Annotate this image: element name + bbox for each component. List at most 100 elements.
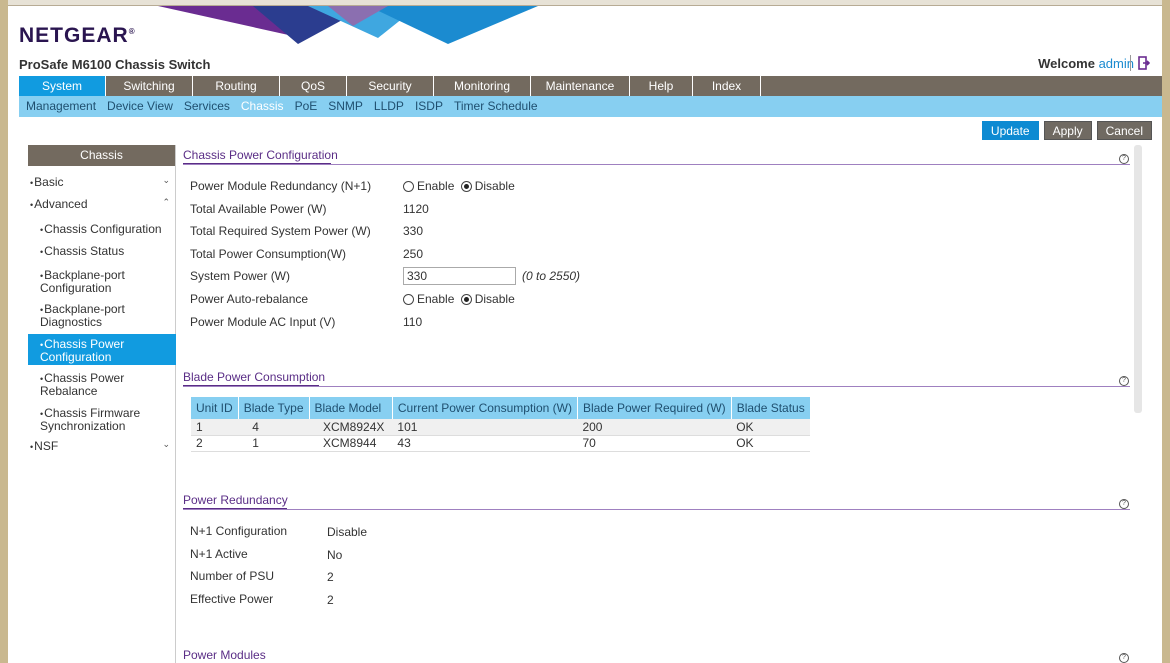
subnav-timer-schedule[interactable]: Timer Schedule — [454, 96, 538, 117]
effective-power-label: Effective Power — [190, 592, 274, 606]
apply-button[interactable]: Apply — [1043, 121, 1092, 140]
column-header: Blade Type — [238, 397, 310, 419]
product-name: ProSafe M6100 Chassis Switch — [19, 57, 211, 72]
redundancy-disable-radio[interactable] — [460, 181, 472, 192]
subnav-poe[interactable]: PoE — [295, 96, 318, 117]
total-consumption-label: Total Power Consumption(W) — [190, 247, 347, 261]
column-header: Blade Model — [309, 397, 393, 419]
sidebar-item-backplane-port-configuration[interactable]: •Backplane-port Configuration — [28, 266, 176, 296]
section-title-chassis-power-configuration: Chassis Power Configuration — [183, 148, 338, 162]
n1-active-label: N+1 Active — [190, 547, 248, 561]
total-available-power-value: 1120 — [403, 202, 429, 216]
sub-nav: Management Device View Services Chassis … — [19, 96, 1162, 117]
subnav-lldp[interactable]: LLDP — [374, 96, 404, 117]
psu-count-label: Number of PSU — [190, 569, 275, 583]
section-divider — [183, 164, 1130, 165]
subnav-snmp[interactable]: SNMP — [328, 96, 363, 117]
auto-rebalance-enable-radio[interactable] — [403, 294, 414, 305]
help-icon[interactable]: ? — [1119, 376, 1129, 386]
section-title-power-modules: Power Modules — [183, 648, 266, 662]
tab-help[interactable]: Help — [630, 76, 693, 96]
help-icon[interactable]: ? — [1119, 499, 1129, 509]
table-cell: 4 — [238, 419, 310, 436]
help-icon[interactable]: ? — [1119, 154, 1129, 164]
radio-label: Enable — [417, 292, 455, 306]
window-frame-left — [0, 0, 8, 663]
subnav-management[interactable]: Management — [26, 96, 96, 117]
auto-rebalance-radio-group: Enable Disable — [403, 292, 515, 306]
table-header-row: Unit ID Blade Type Blade Model Current P… — [191, 397, 811, 419]
tab-security[interactable]: Security — [347, 76, 434, 96]
cancel-button[interactable]: Cancel — [1096, 121, 1152, 140]
sidebar-item-chassis-status[interactable]: •Chassis Status — [28, 243, 176, 261]
n1-configuration-label: N+1 Configuration — [190, 524, 288, 538]
radio-label: Disable — [474, 292, 515, 306]
tab-routing[interactable]: Routing — [193, 76, 280, 96]
auto-rebalance-disable-radio[interactable] — [460, 294, 472, 305]
sidebar-item-nsf[interactable]: •NSF ⌄ — [28, 439, 176, 453]
tab-index[interactable]: Index — [693, 76, 761, 96]
redundancy-radio-group: Enable Disable — [403, 179, 515, 193]
column-header: Blade Status — [731, 397, 811, 419]
blade-power-table: Unit ID Blade Type Blade Model Current P… — [191, 397, 811, 452]
header-art — [158, 6, 538, 44]
sidebar-item-chassis-configuration[interactable]: •Chassis Configuration — [28, 221, 176, 239]
table-row[interactable]: 1 4 XCM8924X 101 200 OK — [191, 419, 811, 436]
auto-rebalance-label: Power Auto-rebalance — [190, 292, 309, 306]
username-link[interactable]: admin — [1099, 56, 1134, 71]
table-cell: 101 — [392, 419, 578, 436]
subnav-chassis[interactable]: Chassis — [241, 96, 284, 117]
table-cell: 1 — [191, 419, 239, 436]
help-icon[interactable]: ? — [1119, 653, 1129, 663]
radio-label: Disable — [474, 179, 515, 193]
netgear-logo: NETGEAR® — [19, 24, 136, 47]
chevron-up-icon: ⌃ — [162, 197, 170, 207]
total-available-power-label: Total Available Power (W) — [190, 202, 327, 216]
total-required-power-value: 330 — [403, 224, 424, 238]
system-power-range: (0 to 2550) — [522, 269, 581, 283]
system-power-label: System Power (W) — [190, 269, 291, 283]
table-cell: OK — [731, 419, 811, 436]
sidebar-item-chassis-power-rebalance[interactable]: •Chassis Power Rebalance — [28, 369, 176, 399]
sidebar-item-advanced[interactable]: •Advanced ⌃ — [28, 197, 176, 211]
action-bar: Update Apply Cancel — [981, 121, 1152, 140]
window-frame-right — [1162, 0, 1170, 663]
table-row[interactable]: 2 1 XCM8944 43 70 OK — [191, 435, 811, 452]
sidebar-item-chassis-power-configuration[interactable]: •Chassis Power Configuration — [28, 334, 176, 365]
table-cell: OK — [731, 435, 811, 452]
table-cell: 2 — [191, 435, 239, 452]
column-header: Unit ID — [191, 397, 239, 419]
radio-label: Enable — [417, 179, 455, 193]
total-required-power-label: Total Required System Power (W) — [190, 224, 371, 238]
n1-configuration-value: Disable — [327, 525, 368, 539]
subnav-services[interactable]: Services — [184, 96, 230, 117]
tab-qos[interactable]: QoS — [280, 76, 347, 96]
sidebar-item-chassis-firmware-synchronization[interactable]: •Chassis Firmware Synchronization — [28, 404, 176, 434]
sidebar-item-backplane-port-diagnostics[interactable]: •Backplane-port Diagnostics — [28, 300, 176, 330]
subnav-isdp[interactable]: ISDP — [415, 96, 443, 117]
table-cell: XCM8944 — [309, 435, 393, 452]
system-power-input[interactable]: 330 — [403, 267, 516, 285]
section-title-power-redundancy: Power Redundancy — [183, 493, 288, 507]
redundancy-enable-radio[interactable] — [403, 181, 414, 192]
tab-system[interactable]: System — [19, 76, 106, 96]
sidebar-item-basic[interactable]: •Basic ⌄ — [28, 175, 176, 189]
welcome-text: Welcome admin — [1038, 56, 1134, 71]
update-button[interactable]: Update — [981, 121, 1039, 140]
tab-maintenance[interactable]: Maintenance — [531, 76, 630, 96]
divider — [1130, 55, 1131, 71]
chevron-down-icon: ⌄ — [162, 175, 170, 185]
ac-input-value: 110 — [403, 315, 423, 329]
logout-icon[interactable] — [1138, 56, 1152, 70]
table-cell: 1 — [238, 435, 310, 452]
section-divider — [183, 509, 1130, 510]
redundancy-label: Power Module Redundancy (N+1) — [190, 179, 372, 193]
table-cell: 200 — [577, 419, 732, 436]
sidebar-header: Chassis — [28, 145, 175, 166]
chevron-down-icon: ⌄ — [162, 439, 170, 449]
tab-monitoring[interactable]: Monitoring — [434, 76, 531, 96]
subnav-device-view[interactable]: Device View — [107, 96, 173, 117]
tab-switching[interactable]: Switching — [106, 76, 193, 96]
vertical-scrollbar[interactable] — [1134, 145, 1142, 413]
psu-count-value: 2 — [327, 570, 334, 584]
